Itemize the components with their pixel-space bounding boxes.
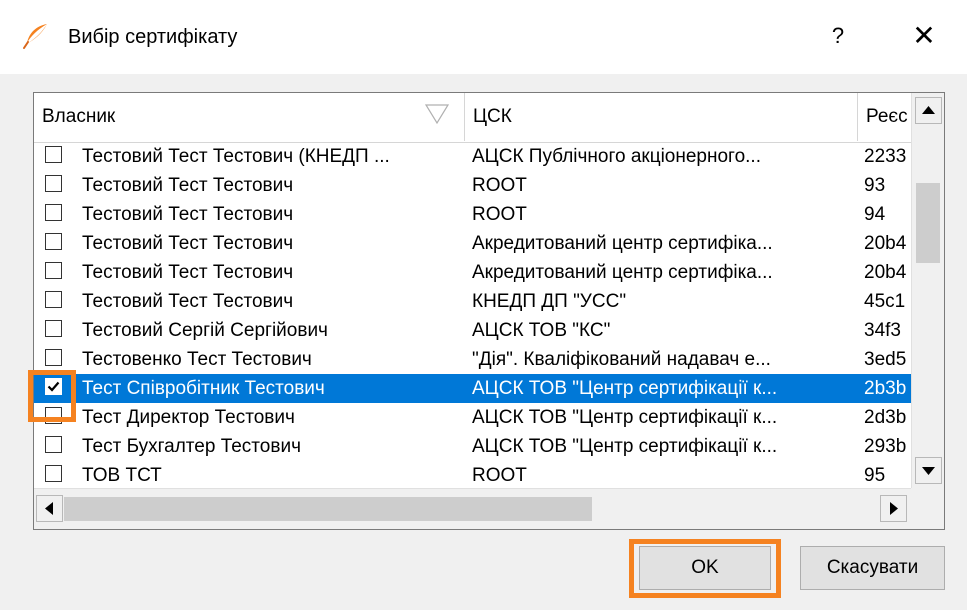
table-row[interactable]: Тест Директор Тестович АЦСК ТОВ "Центр се… [34, 403, 911, 432]
cell-owner: ТОВ ТСТ [82, 465, 162, 486]
cell-owner: Тестовий Тест Тестович [82, 262, 294, 283]
row-checkbox[interactable] [45, 291, 62, 308]
certificate-table: Власник ЦСК Реєс Тестовий Тест Тестович … [33, 92, 945, 530]
row-checkbox[interactable] [45, 436, 62, 453]
row-checkbox[interactable] [45, 146, 62, 163]
quill-pen-icon [23, 24, 47, 49]
cell-csk: АЦСК ТОВ "КС" [472, 320, 611, 341]
cell-registration: 3ed5 [864, 349, 907, 370]
cell-registration: 2d3b [864, 407, 907, 428]
arrow-right-icon [890, 502, 898, 515]
cell-csk: АЦСК ТОВ "Центр сертифікації к... [472, 436, 778, 457]
scrollbar-corner [911, 488, 944, 529]
cancel-button[interactable]: Скасувати [800, 546, 945, 590]
scroll-down-button[interactable] [915, 457, 942, 484]
horizontal-scroll-thumb[interactable] [64, 497, 592, 521]
window-title: Вибір сертифікату [68, 26, 238, 48]
cell-csk: "Дія". Кваліфікований надавач е... [472, 349, 771, 370]
arrow-down-icon [922, 467, 935, 475]
cell-owner: Тестовий Тест Тестович [82, 175, 294, 196]
cell-registration: 2b3b [864, 378, 907, 399]
row-checkbox[interactable] [45, 233, 62, 250]
cell-owner: Тестовий Тест Тестович [82, 204, 294, 225]
vertical-scrollbar[interactable] [911, 93, 944, 488]
cell-csk: Акредитований центр сертифіка... [472, 262, 773, 283]
cell-owner: Тестовий Тест Тестович (КНЕДП ... [82, 146, 390, 167]
column-header-registration[interactable]: Реєс [858, 93, 911, 141]
table-row[interactable]: Тестовий Тест Тестович (КНЕДП ... АЦСК Пу… [34, 142, 911, 171]
ok-button-highlight [629, 539, 781, 598]
row-checkbox[interactable] [45, 204, 62, 221]
cell-registration: 293b [864, 436, 907, 457]
cell-registration: 95 [864, 465, 886, 486]
table-row[interactable]: Тест Співробітник Тестович АЦСК ТОВ "Цент… [34, 374, 911, 403]
cell-csk: КНЕДП ДП "УСС" [472, 291, 627, 312]
table-row[interactable]: Тестовий Тест Тестович Акредитований цент… [34, 258, 911, 287]
cell-owner: Тест Директор Тестович [82, 407, 295, 428]
table-row[interactable]: Тест Бухгалтер Тестович АЦСК ТОВ "Центр с… [34, 432, 911, 461]
scroll-right-button[interactable] [880, 495, 907, 522]
column-header-owner[interactable]: Власник [34, 93, 464, 141]
sort-indicator-icon [424, 104, 450, 125]
arrow-left-icon [45, 502, 53, 515]
table-body: Тестовий Тест Тестович (КНЕДП ... АЦСК Пу… [34, 142, 911, 488]
column-header-csk[interactable]: ЦСК [465, 93, 857, 141]
cell-owner: Тестовенко Тест Тестович [82, 349, 312, 370]
horizontal-scrollbar[interactable] [34, 488, 911, 529]
table-row[interactable]: Тестовий Тест Тестович Акредитований цент… [34, 229, 911, 258]
help-button[interactable]: ? [818, 18, 858, 54]
cell-csk: Акредитований центр сертифіка... [472, 233, 773, 254]
cell-registration: 2233 [864, 146, 907, 167]
scroll-up-button[interactable] [915, 97, 942, 124]
table-row[interactable]: Тестовий Тест Тестович КНЕДП ДП "УСС" 45c1 [34, 287, 911, 316]
table-header: Власник ЦСК Реєс [34, 93, 911, 143]
cell-csk: АЦСК ТОВ "Центр сертифікації к... [472, 407, 778, 428]
title-bar: Вибір сертифікату ? ✕ [0, 0, 967, 74]
cell-csk: АЦСК Публічного акціонерного... [472, 146, 761, 167]
table-row[interactable]: ТОВ ТСТ ROOT 95 [34, 461, 911, 488]
cell-registration: 94 [864, 204, 886, 225]
vertical-scroll-thumb[interactable] [916, 183, 940, 263]
cell-csk: ROOT [472, 204, 527, 225]
cell-owner: Тестовий Тест Тестович [82, 233, 294, 254]
row-checkbox[interactable] [45, 175, 62, 192]
cell-csk: ROOT [472, 465, 527, 486]
table-row[interactable]: Тестовий Сергій Сергійович АЦСК ТОВ "КС" 3… [34, 316, 911, 345]
row-checkbox[interactable] [45, 465, 62, 482]
row-checkbox[interactable] [45, 262, 62, 279]
cell-csk: АЦСК ТОВ "Центр сертифікації к... [472, 378, 778, 399]
table-row[interactable]: Тестовенко Тест Тестович "Дія". Кваліфіко… [34, 345, 911, 374]
cell-registration: 45c1 [864, 291, 906, 312]
table-row[interactable]: Тестовий Тест Тестович ROOT 94 [34, 200, 911, 229]
cell-csk: ROOT [472, 175, 527, 196]
cell-owner: Тестовий Тест Тестович [82, 291, 294, 312]
cell-registration: 34f3 [864, 320, 901, 341]
table-row[interactable]: Тестовий Тест Тестович ROOT 93 [34, 171, 911, 200]
cell-registration: 20b4 [864, 233, 907, 254]
row-checkbox[interactable] [45, 320, 62, 337]
cell-registration: 93 [864, 175, 886, 196]
cell-owner: Тест Співробітник Тестович [82, 378, 325, 399]
scroll-left-button[interactable] [36, 495, 63, 522]
cell-owner: Тест Бухгалтер Тестович [82, 436, 301, 457]
checkbox-highlight [28, 370, 76, 422]
close-button[interactable]: ✕ [902, 18, 946, 54]
row-checkbox[interactable] [45, 349, 62, 366]
cell-registration: 20b4 [864, 262, 907, 283]
arrow-up-icon [922, 106, 935, 114]
cell-owner: Тестовий Сергій Сергійович [82, 320, 328, 341]
